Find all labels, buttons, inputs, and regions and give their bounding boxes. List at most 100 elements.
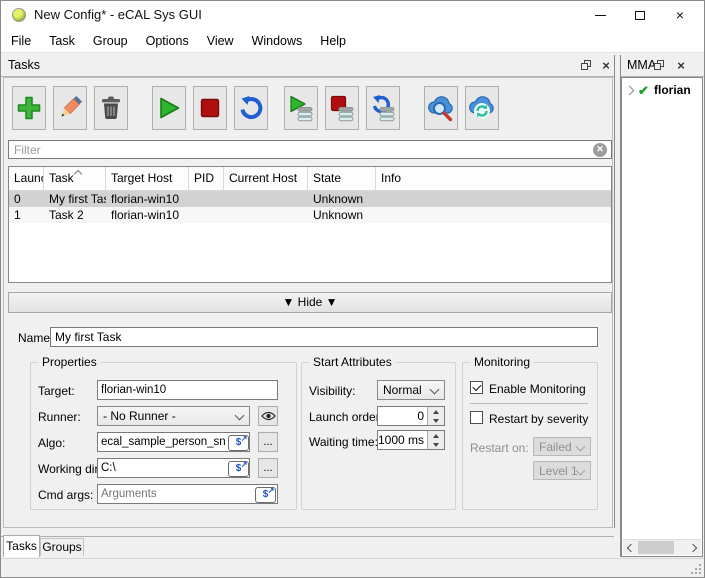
eye-icon bbox=[260, 411, 276, 421]
window-title: New Config* - eCAL Sys GUI bbox=[34, 7, 202, 22]
clear-filter-icon[interactable]: ✕ bbox=[593, 142, 607, 157]
column-header-info[interactable]: Info bbox=[376, 167, 611, 190]
mma-host-item[interactable]: ✔ florian bbox=[622, 82, 702, 99]
menu-options[interactable]: Options bbox=[137, 30, 198, 53]
mma-dock-close-button[interactable]: × bbox=[673, 58, 689, 73]
cell-task: Task 2 bbox=[49, 208, 84, 222]
tab-groups[interactable]: Groups bbox=[40, 538, 84, 556]
play-list-icon bbox=[290, 95, 313, 122]
edit-pencil-icon bbox=[61, 95, 83, 117]
stop-tasks-button[interactable] bbox=[193, 86, 227, 130]
spin-down-icon[interactable] bbox=[428, 416, 444, 425]
titlebar: New Config* - eCAL Sys GUI × bbox=[0, 0, 705, 30]
restart-by-severity-checkbox[interactable] bbox=[470, 411, 483, 424]
column-header-pid[interactable]: PID bbox=[189, 167, 224, 190]
restart-list-icon bbox=[372, 95, 395, 122]
menu-windows[interactable]: Windows bbox=[243, 30, 312, 53]
mma-host-label: florian bbox=[654, 83, 691, 97]
filter-input[interactable] bbox=[8, 140, 612, 159]
cloud-search-icon bbox=[428, 96, 453, 122]
maximize-button[interactable] bbox=[620, 0, 660, 30]
scroll-right-icon[interactable] bbox=[687, 540, 701, 555]
menu-group[interactable]: Group bbox=[84, 30, 137, 53]
name-label: Name: bbox=[18, 331, 54, 345]
tasks-dock-close-button[interactable]: × bbox=[598, 58, 614, 73]
tab-tasks[interactable]: Tasks bbox=[3, 535, 40, 557]
menu-help[interactable]: Help bbox=[311, 30, 355, 53]
scrollbar-thumb[interactable] bbox=[638, 541, 674, 554]
target-label: Target: bbox=[38, 384, 75, 398]
visibility-select[interactable]: Normal bbox=[377, 380, 445, 400]
column-header-launch[interactable]: Launch bbox=[9, 167, 44, 190]
monitoring-title: Monitoring bbox=[470, 355, 535, 369]
close-icon: × bbox=[602, 58, 610, 73]
resize-grip[interactable] bbox=[691, 564, 701, 574]
mma-dock-float-button[interactable] bbox=[651, 58, 667, 73]
stop-selected-tasks-button[interactable] bbox=[325, 86, 359, 130]
cell-pid bbox=[189, 207, 224, 223]
dock-splitter[interactable] bbox=[614, 55, 615, 528]
browse-algo-button[interactable]: ... bbox=[258, 432, 278, 452]
expand-chevron-icon[interactable] bbox=[624, 85, 635, 96]
close-icon: × bbox=[675, 7, 685, 23]
column-header-task[interactable]: Task bbox=[44, 167, 106, 190]
cell-task: My first Task bbox=[49, 192, 106, 206]
cmdargs-label: Cmd args: bbox=[38, 488, 94, 502]
enable-monitoring-checkbox[interactable] bbox=[470, 381, 483, 394]
spin-down-icon[interactable] bbox=[428, 440, 444, 449]
restart-tasks-button[interactable] bbox=[234, 86, 268, 130]
find-tasks-button[interactable] bbox=[424, 86, 458, 130]
divider bbox=[470, 403, 588, 404]
menu-file[interactable]: File bbox=[2, 30, 40, 53]
table-row[interactable]: 1 Task 2 florian-win10 Unknown bbox=[9, 207, 611, 223]
close-button[interactable]: × bbox=[660, 0, 700, 30]
launch-order-label: Launch order: bbox=[309, 410, 384, 424]
stop-list-icon bbox=[330, 95, 354, 122]
cmdargs-input[interactable] bbox=[97, 484, 278, 504]
chevron-down-icon bbox=[234, 410, 245, 421]
delete-task-button[interactable] bbox=[94, 86, 128, 130]
severity-level-select: Level 1 bbox=[533, 461, 591, 480]
restart-selected-tasks-button[interactable] bbox=[366, 86, 400, 130]
waiting-time-stepper[interactable]: 1000 ms bbox=[377, 430, 445, 450]
browse-workdir-button[interactable]: ... bbox=[258, 458, 278, 478]
table-row[interactable]: 0 My first Task florian-win10 Unknown bbox=[9, 191, 611, 207]
start-selected-tasks-button[interactable] bbox=[284, 86, 318, 130]
launch-order-stepper[interactable]: 0 bbox=[377, 406, 445, 426]
target-input[interactable] bbox=[97, 380, 278, 400]
cell-launch: 0 bbox=[14, 192, 21, 206]
task-name-input[interactable] bbox=[50, 327, 598, 347]
restart-on-label: Restart on: bbox=[470, 441, 529, 455]
cell-info bbox=[376, 191, 611, 207]
cloud-refresh-icon bbox=[469, 96, 494, 119]
show-runner-button[interactable] bbox=[258, 406, 278, 426]
column-header-current-host[interactable]: Current Host bbox=[224, 167, 308, 190]
add-task-button[interactable] bbox=[12, 86, 46, 130]
tasks-dock-title: Tasks bbox=[8, 58, 40, 72]
waiting-time-value: 1000 ms bbox=[378, 433, 425, 447]
menu-task[interactable]: Task bbox=[40, 30, 84, 53]
edit-task-button[interactable] bbox=[53, 86, 87, 130]
env-expand-icon[interactable]: $ ↗ bbox=[255, 486, 276, 503]
horizontal-scrollbar[interactable] bbox=[623, 539, 701, 555]
status-check-icon: ✔ bbox=[638, 83, 649, 98]
update-from-cloud-button[interactable] bbox=[465, 86, 499, 130]
runner-select[interactable]: - No Runner - bbox=[97, 406, 250, 426]
hide-details-button[interactable]: ▼ Hide ▼ bbox=[8, 292, 612, 313]
tasks-dock-float-button[interactable] bbox=[578, 58, 594, 73]
start-tasks-button[interactable] bbox=[152, 86, 186, 130]
chevron-down-icon bbox=[575, 441, 586, 452]
column-header-target-host[interactable]: Target Host bbox=[106, 167, 189, 190]
env-expand-icon[interactable]: $ ↗ bbox=[228, 460, 249, 477]
start-attributes-title: Start Attributes bbox=[309, 355, 396, 369]
status-bar bbox=[0, 558, 705, 578]
column-header-state[interactable]: State bbox=[308, 167, 376, 190]
restart-on-select: Failed bbox=[533, 437, 591, 456]
env-expand-icon[interactable]: $ ↗ bbox=[228, 434, 249, 451]
close-icon: × bbox=[677, 58, 685, 73]
scroll-left-icon[interactable] bbox=[623, 540, 637, 555]
algo-label: Algo: bbox=[38, 436, 66, 450]
menu-view[interactable]: View bbox=[198, 30, 243, 53]
cell-target-host: florian-win10 bbox=[111, 208, 180, 222]
minimize-button[interactable] bbox=[580, 0, 620, 30]
